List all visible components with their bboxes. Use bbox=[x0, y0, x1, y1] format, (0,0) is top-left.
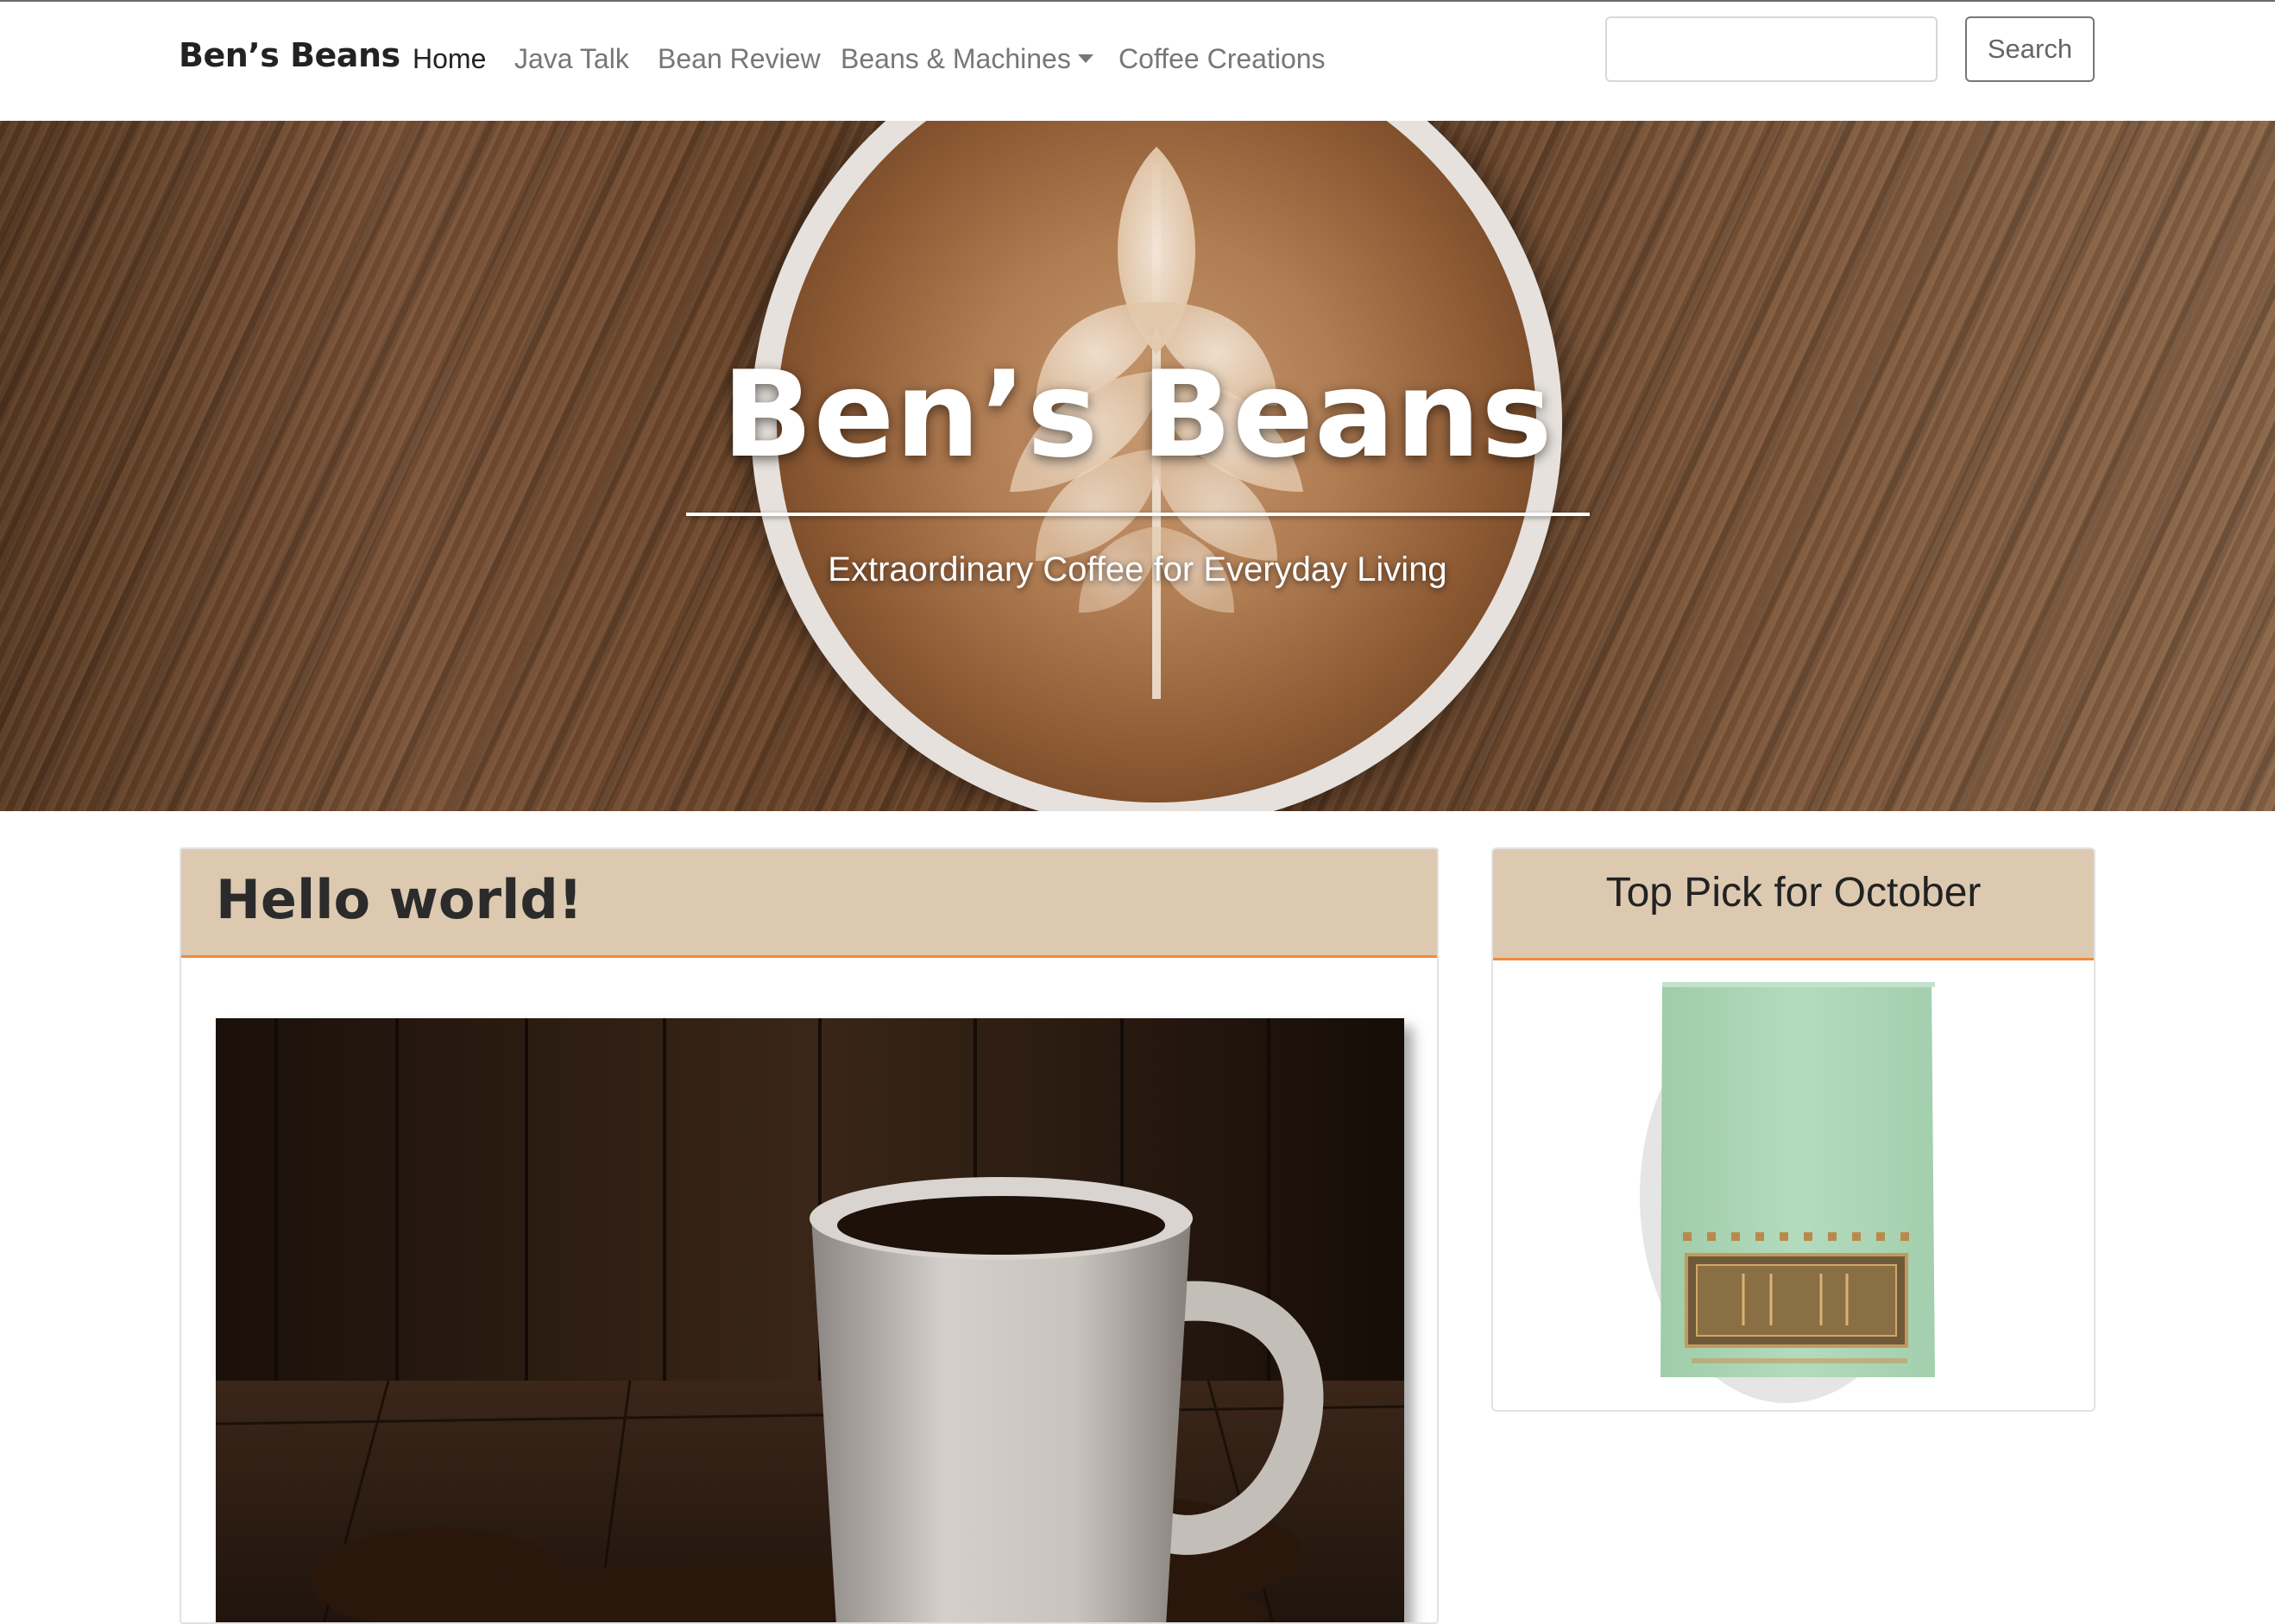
nav-item-home[interactable]: Home bbox=[413, 43, 486, 75]
hero-title: Ben’s Beans bbox=[722, 345, 1553, 484]
top-pick-card-header: Top Pick for October bbox=[1493, 849, 2094, 960]
post-card-header: Hello world! bbox=[181, 849, 1437, 958]
brand-logo-link[interactable]: Ben’s Beans bbox=[179, 36, 400, 74]
nav-item-java-talk[interactable]: Java Talk bbox=[514, 43, 629, 75]
hero-subtitle: Extraordinary Coffee for Everyday Living bbox=[828, 551, 1447, 589]
caret-down-icon bbox=[1077, 54, 1093, 63]
nav-item-beans-machines-dropdown[interactable]: Beans & Machines bbox=[841, 43, 1093, 75]
search-button[interactable]: Search bbox=[1965, 16, 2095, 82]
top-pick-card: Top Pick for October bbox=[1491, 847, 2095, 1412]
nav-item-coffee-creations[interactable]: Coffee Creations bbox=[1119, 43, 1326, 75]
post-featured-image bbox=[216, 1018, 1404, 1622]
nav-item-bean-review[interactable]: Bean Review bbox=[658, 43, 821, 75]
post-card: Hello world! bbox=[180, 847, 1439, 1624]
hero-banner: Ben’s Beans Extraordinary Coffee for Eve… bbox=[0, 121, 2275, 811]
coffee-bag-product-image[interactable] bbox=[1493, 963, 2094, 1410]
coffee-mug-image bbox=[216, 1018, 1404, 1622]
hero-divider bbox=[686, 513, 1590, 516]
nav-item-beans-machines-label: Beans & Machines bbox=[841, 43, 1071, 74]
coffee-bag-icon bbox=[1640, 982, 1935, 1403]
post-title[interactable]: Hello world! bbox=[216, 868, 583, 931]
top-pick-title: Top Pick for October bbox=[1605, 870, 1982, 916]
top-navbar: Ben’s Beans Home Java Talk Bean Review B… bbox=[0, 0, 2275, 121]
search-input[interactable] bbox=[1605, 16, 1938, 82]
